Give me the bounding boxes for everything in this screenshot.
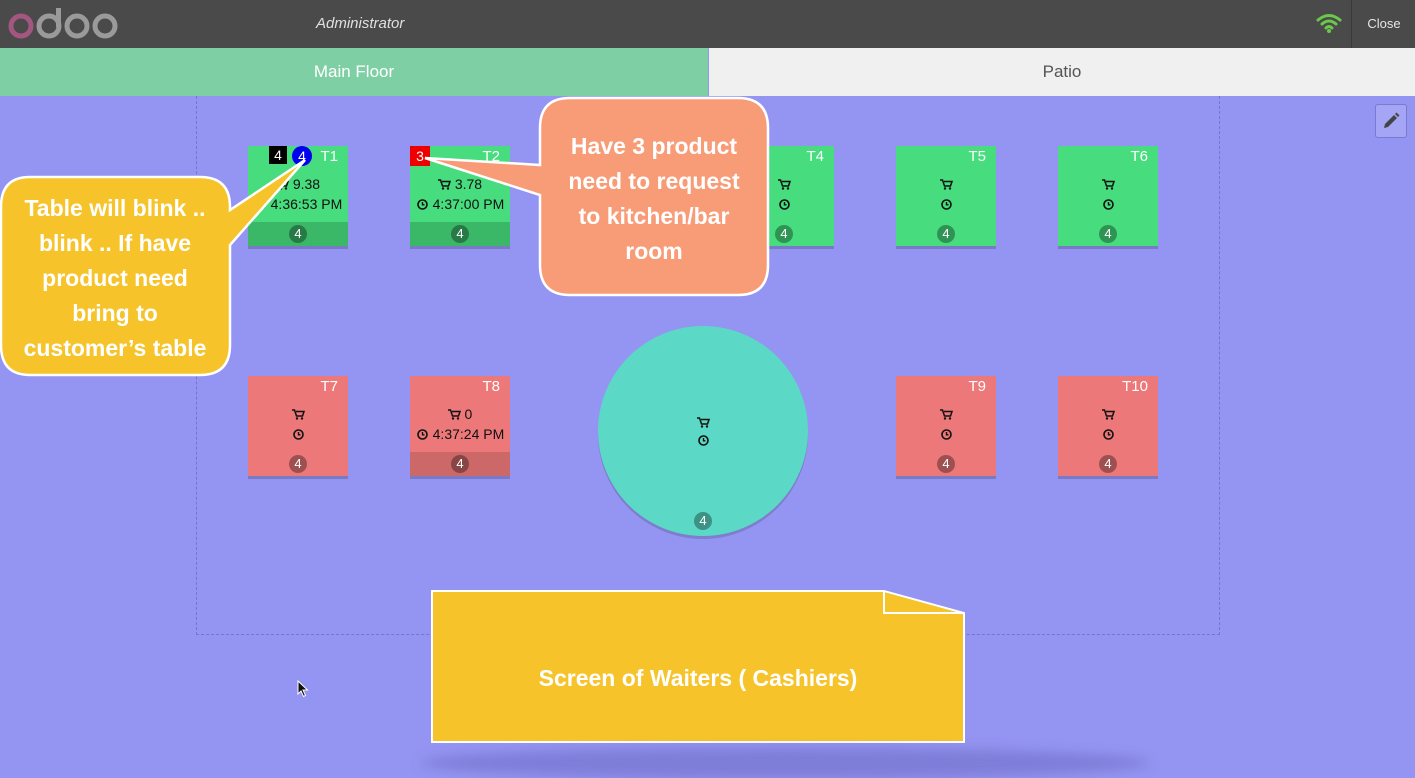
mouse-cursor-icon (297, 680, 309, 698)
note-shadow (420, 748, 1150, 778)
request-callout: Have 3 product need to request to kitche… (568, 133, 740, 264)
annotation-shapes (0, 96, 965, 743)
note-label: Screen of Waiters ( Cashiers) (538, 665, 858, 691)
blink-callout: Table will blink .. blink .. If have pro… (23, 195, 207, 361)
